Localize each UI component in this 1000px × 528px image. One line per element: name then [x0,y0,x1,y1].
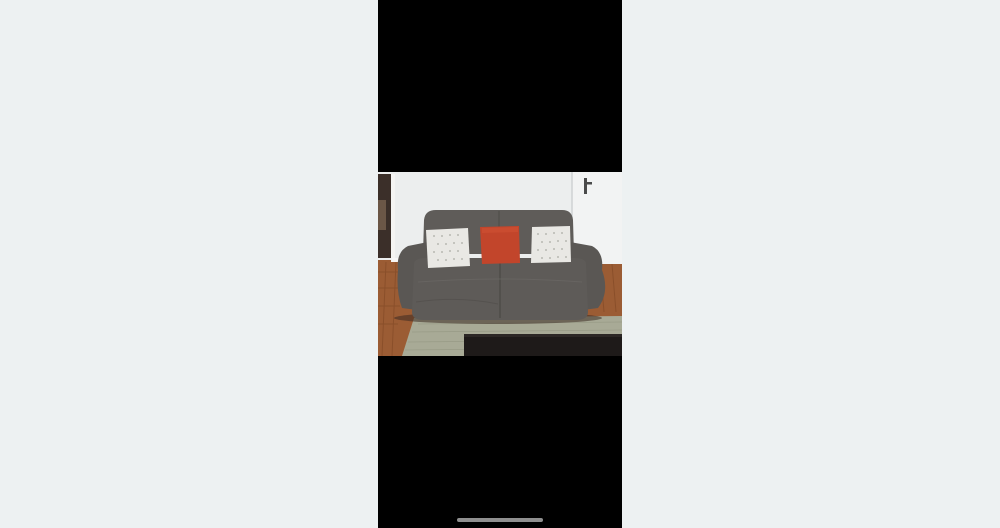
phone-screen [378,0,622,528]
door-handle-icon [584,178,587,194]
home-indicator[interactable] [457,518,543,522]
sofa-photo[interactable] [378,172,622,356]
image-viewer [0,0,1000,528]
coffee-table [464,334,622,356]
pillow-right [531,226,571,263]
left-door-frame [391,174,395,262]
pillow-center [480,226,520,264]
pillow-left [426,228,470,268]
left-doorway-light [378,200,386,230]
